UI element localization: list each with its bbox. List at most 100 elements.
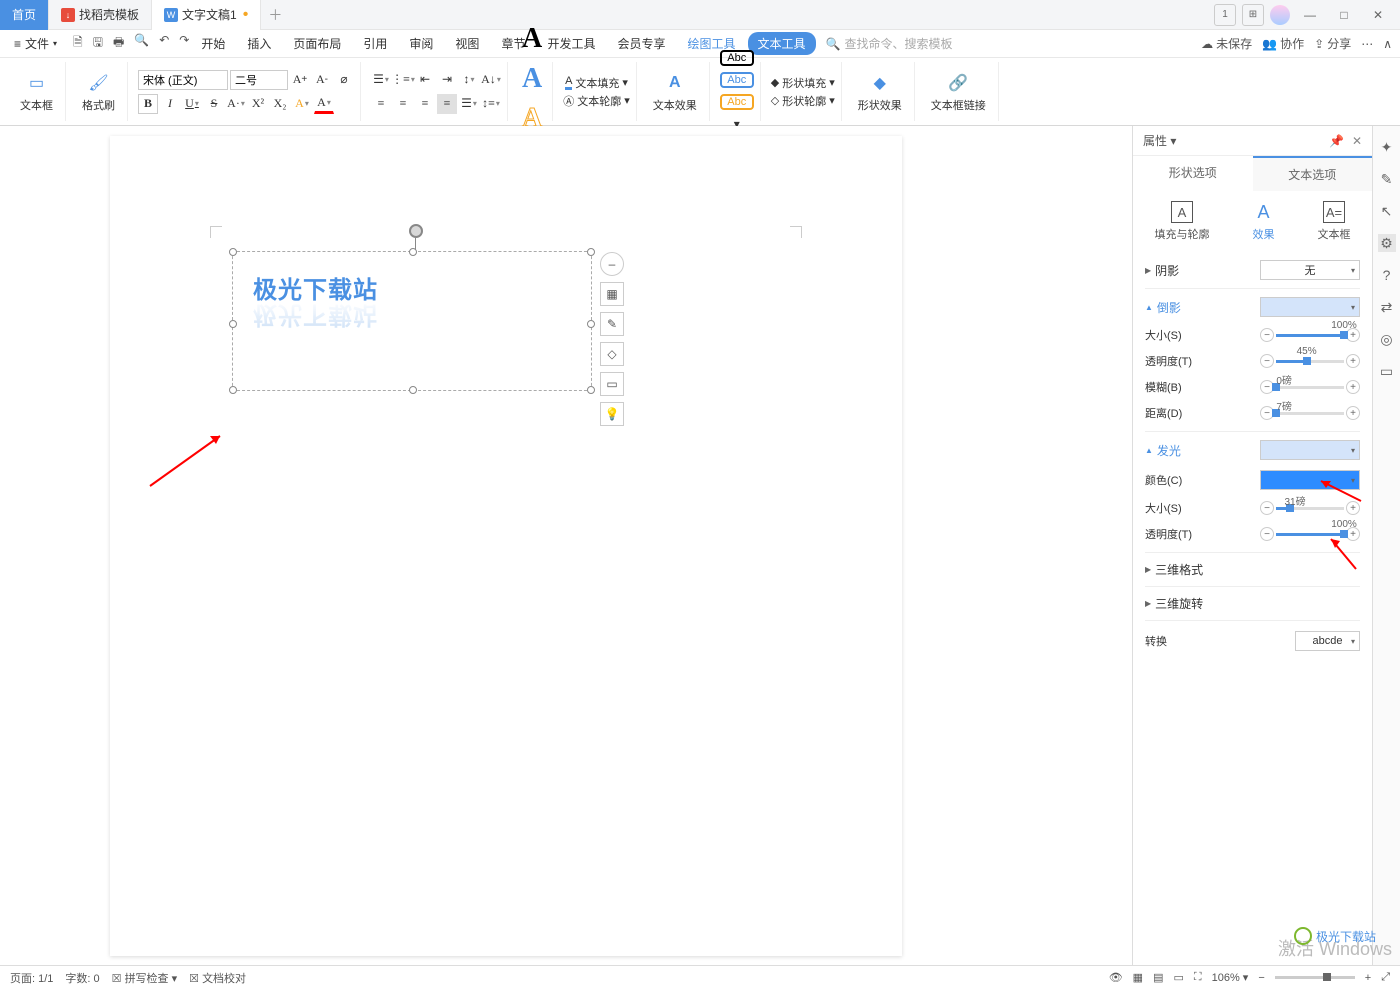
shadow-preset-select[interactable]: 无: [1260, 260, 1360, 280]
align-justify-button[interactable]: ≡: [437, 94, 457, 114]
wordart-textbox[interactable]: 极光下载站 极光下载站: [232, 251, 592, 391]
font-size-select[interactable]: [230, 70, 288, 90]
pin-icon[interactable]: 📌: [1329, 134, 1344, 148]
print-preview-icon[interactable]: 🔍: [134, 33, 149, 54]
zoom-in-button[interactable]: +: [1365, 972, 1371, 984]
increase-font-icon[interactable]: A+: [290, 70, 310, 90]
shape-effect-button[interactable]: ◆ 形状效果: [852, 69, 908, 115]
spacing-button[interactable]: ↕: [459, 70, 479, 90]
text-fill-button[interactable]: A文本填充▾: [565, 75, 628, 91]
bold-button[interactable]: B: [138, 94, 158, 114]
save-icon[interactable]: 🖫: [93, 33, 103, 54]
tab-text-options[interactable]: 文本选项: [1253, 156, 1373, 191]
text-outline-button[interactable]: Ⓐ文本轮廓▾: [563, 93, 630, 109]
status-view2-icon[interactable]: ▤: [1153, 971, 1163, 984]
status-view1-icon[interactable]: ▦: [1133, 971, 1143, 984]
menu-text-tool[interactable]: 文本工具: [748, 32, 816, 55]
format-painter-button[interactable]: 🖌 格式刷: [76, 69, 121, 115]
status-words[interactable]: 字数: 0: [65, 970, 99, 986]
float-shape-icon[interactable]: ◇: [600, 342, 624, 366]
rail-ai-icon[interactable]: ✦: [1378, 138, 1396, 156]
status-expand-icon[interactable]: ⤢: [1381, 971, 1390, 984]
apps-icon[interactable]: ⊞: [1242, 4, 1264, 26]
shape-style-3[interactable]: Abc: [720, 94, 754, 110]
new-tab-button[interactable]: ＋: [261, 5, 289, 25]
section-3d-rotation[interactable]: ▶三维旋转: [1145, 595, 1203, 612]
reflection-opacity-slider[interactable]: − 45% +: [1260, 354, 1360, 368]
subscript-button[interactable]: X₂: [270, 94, 290, 114]
subtab-fill-outline[interactable]: A填充与轮廓: [1155, 201, 1210, 242]
file-menu[interactable]: ≡ 文件 ▾: [8, 33, 63, 54]
tab-document[interactable]: W 文字文稿1 •: [152, 0, 261, 30]
menu-view[interactable]: 视图: [445, 31, 489, 56]
strike-button[interactable]: S: [204, 94, 224, 114]
subtab-effect[interactable]: A效果: [1253, 201, 1275, 242]
font-name-select[interactable]: [138, 70, 228, 90]
handle-br[interactable]: [587, 386, 595, 394]
panel-title[interactable]: 属性 ▾: [1143, 132, 1176, 149]
status-proofread[interactable]: ☒ 文档校对: [189, 970, 246, 986]
tab-shape-options[interactable]: 形状选项: [1133, 156, 1253, 191]
float-read-icon[interactable]: ▭: [600, 372, 624, 396]
menu-insert[interactable]: 插入: [237, 31, 281, 56]
handle-tl[interactable]: [229, 248, 237, 256]
distribute-button[interactable]: ☰: [459, 94, 479, 114]
wordart-style-2[interactable]: A: [522, 63, 542, 95]
subtab-textbox[interactable]: A=文本框: [1318, 201, 1351, 242]
align-left-button[interactable]: ≡: [371, 94, 391, 114]
section-glow[interactable]: ▲发光: [1145, 442, 1181, 459]
underline-button[interactable]: U: [182, 94, 202, 114]
collab-button[interactable]: 👥协作: [1262, 35, 1304, 52]
highlight-button[interactable]: A: [292, 94, 312, 114]
rail-cursor-icon[interactable]: ↖: [1378, 202, 1396, 220]
print-icon[interactable]: 🖶: [113, 33, 124, 54]
status-spellcheck[interactable]: ☒ 拼写检查 ▾: [112, 970, 178, 986]
reflection-distance-slider[interactable]: − 7磅 +: [1260, 406, 1360, 420]
canvas[interactable]: 极光下载站 极光下载站 – ▦ ✎ ◇ ▭ 💡: [0, 126, 1132, 966]
menu-devtools[interactable]: 开发工具: [537, 31, 605, 56]
handle-mb[interactable]: [409, 386, 417, 394]
menu-member[interactable]: 会员专享: [607, 31, 675, 56]
window-mode-icon[interactable]: 1: [1214, 4, 1236, 26]
status-zoom[interactable]: 106% ▾: [1212, 971, 1249, 984]
rail-settings-icon[interactable]: ⚙: [1378, 234, 1396, 252]
rail-target-icon[interactable]: ◎: [1378, 330, 1396, 348]
float-layout-icon[interactable]: ▦: [600, 282, 624, 306]
stepper-minus[interactable]: −: [1260, 328, 1274, 342]
new-doc-icon[interactable]: 🗎: [73, 33, 83, 54]
panel-close-icon[interactable]: ✕: [1352, 134, 1362, 148]
status-fit-icon[interactable]: ⛶: [1194, 971, 1202, 984]
status-view3-icon[interactable]: ▭: [1173, 971, 1183, 984]
undo-icon[interactable]: ↶: [159, 33, 169, 54]
indent-dec-button[interactable]: ⇤: [415, 70, 435, 90]
italic-button[interactable]: I: [160, 94, 180, 114]
textbox-link-button[interactable]: 🔗 文本框链接: [925, 69, 992, 115]
rotate-handle[interactable]: [409, 224, 423, 238]
indent-inc-button[interactable]: ⇥: [437, 70, 457, 90]
transform-select[interactable]: abcde: [1295, 631, 1360, 651]
handle-mr[interactable]: [587, 320, 595, 328]
emphasis-button[interactable]: A·: [226, 94, 246, 114]
textbox-button[interactable]: ▭ 文本框: [14, 69, 59, 115]
rail-help-icon[interactable]: ?: [1378, 266, 1396, 284]
glow-preset-select[interactable]: [1260, 440, 1360, 460]
command-search[interactable]: 🔍 查找命令、搜索模板: [818, 33, 961, 54]
text-direction-button[interactable]: A↓: [481, 70, 501, 90]
shape-style-1[interactable]: Abc: [720, 50, 754, 66]
superscript-button[interactable]: X²: [248, 94, 268, 114]
status-read-icon[interactable]: 👁: [1109, 971, 1123, 984]
section-reflection[interactable]: ▲倒影: [1145, 299, 1181, 316]
maximize-button[interactable]: □: [1330, 3, 1358, 27]
close-button[interactable]: ✕: [1364, 3, 1392, 27]
numbering-button[interactable]: ⋮≡: [393, 70, 413, 90]
handle-bl[interactable]: [229, 386, 237, 394]
align-center-button[interactable]: ≡: [393, 94, 413, 114]
user-avatar[interactable]: [1270, 5, 1290, 25]
shape-style-2[interactable]: Abc: [720, 72, 754, 88]
decrease-font-icon[interactable]: A-: [312, 70, 332, 90]
collapse-ribbon-icon[interactable]: ∧: [1383, 37, 1392, 51]
menu-start[interactable]: 开始: [191, 31, 235, 56]
float-idea-icon[interactable]: 💡: [600, 402, 624, 426]
text-effect-button[interactable]: A 文本效果: [647, 69, 703, 115]
minimize-button[interactable]: —: [1296, 3, 1324, 27]
